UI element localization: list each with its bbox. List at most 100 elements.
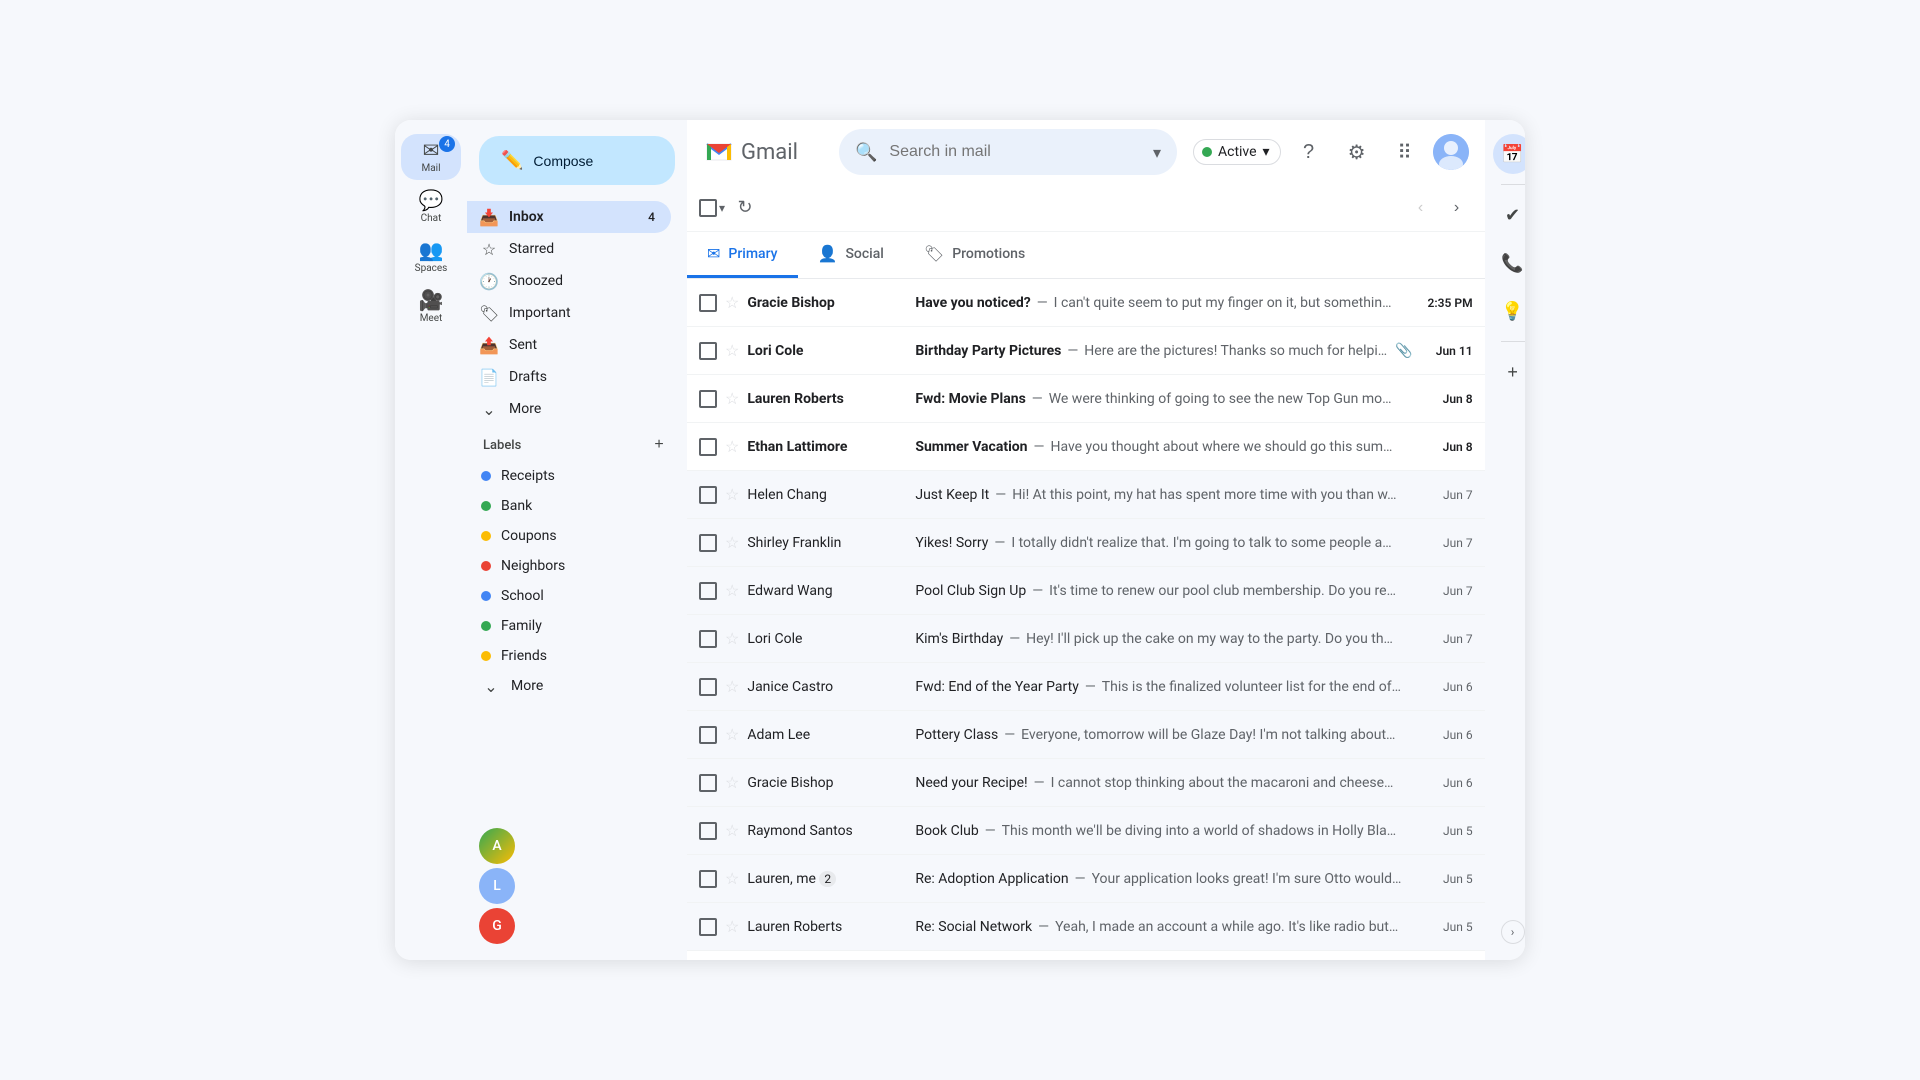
email-checkbox[interactable] bbox=[699, 486, 717, 504]
email-time: Jun 5 bbox=[1421, 824, 1473, 838]
email-row[interactable]: ☆ Lori Cole Kim's Birthday — Hey! I'll p… bbox=[687, 615, 1485, 663]
email-row[interactable]: ☆ Helen Chang Just Keep It — Hi! At this… bbox=[687, 471, 1485, 519]
contact-avatar-1[interactable]: A bbox=[479, 828, 515, 864]
email-checkbox[interactable] bbox=[699, 438, 717, 456]
prev-page-button[interactable]: ‹ bbox=[1405, 192, 1437, 224]
right-sidebar-scroll[interactable]: › bbox=[1501, 920, 1525, 944]
email-row[interactable]: ☆ Lauren Roberts Fwd: Movie Plans — We w… bbox=[687, 375, 1485, 423]
email-checkbox[interactable] bbox=[699, 822, 717, 840]
sidebar-item-chat[interactable]: 💬 Chat bbox=[401, 184, 461, 230]
sidebar-item-meet[interactable]: 🎥 Meet bbox=[401, 284, 461, 330]
select-all-checkbox[interactable] bbox=[699, 199, 717, 217]
search-bar[interactable]: 🔍 ▾ bbox=[839, 129, 1177, 175]
settings-button[interactable]: ⚙ bbox=[1337, 132, 1377, 172]
add-addon-button[interactable]: + bbox=[1493, 352, 1525, 392]
email-star[interactable]: ☆ bbox=[725, 677, 739, 696]
compose-icon: ✏️ bbox=[501, 150, 523, 171]
email-star[interactable]: ☆ bbox=[725, 533, 739, 552]
email-star[interactable]: ☆ bbox=[725, 773, 739, 792]
contact-avatar-2[interactable]: L bbox=[479, 868, 515, 904]
email-row[interactable]: ☆ Lori Cole Birthday Party Pictures — He… bbox=[687, 327, 1485, 375]
label-coupons[interactable]: Coupons bbox=[467, 521, 671, 551]
email-checkbox[interactable] bbox=[699, 390, 717, 408]
sidebar-item-mail[interactable]: ✉ Mail 4 bbox=[401, 134, 461, 180]
next-page-button[interactable]: › bbox=[1441, 192, 1473, 224]
keep-button[interactable]: 💡 bbox=[1493, 291, 1525, 331]
refresh-button[interactable]: ↻ bbox=[729, 192, 761, 224]
nav-starred[interactable]: ☆ Starred bbox=[467, 233, 671, 265]
email-star[interactable]: ☆ bbox=[725, 293, 739, 312]
sent-label: Sent bbox=[509, 337, 655, 353]
tasks-button[interactable]: ✔ bbox=[1493, 195, 1525, 235]
email-time: Jun 7 bbox=[1421, 584, 1473, 598]
compose-button[interactable]: ✏️ Compose bbox=[479, 136, 675, 185]
label-bank[interactable]: Bank bbox=[467, 491, 671, 521]
email-checkbox[interactable] bbox=[699, 534, 717, 552]
add-label-button[interactable]: + bbox=[647, 433, 671, 457]
email-row[interactable]: ☆ Gracie Bishop Have you noticed? — I ca… bbox=[687, 279, 1485, 327]
inbox-label: Inbox bbox=[509, 209, 638, 225]
tab-primary[interactable]: ✉ Primary bbox=[687, 232, 798, 278]
more-nav-icon: ⌄ bbox=[479, 400, 499, 419]
email-meta: Jun 5 bbox=[1421, 920, 1473, 934]
tab-promotions[interactable]: 🏷 Promotions bbox=[904, 232, 1045, 278]
email-star[interactable]: ☆ bbox=[725, 821, 739, 840]
apps-button[interactable]: ⠿ bbox=[1385, 132, 1425, 172]
email-checkbox[interactable] bbox=[699, 294, 717, 312]
email-row[interactable]: ☆ Edward Wang Pool Club Sign Up — It's t… bbox=[687, 567, 1485, 615]
email-checkbox[interactable] bbox=[699, 726, 717, 744]
email-subject: Pottery Class bbox=[915, 727, 998, 743]
status-pill[interactable]: Active ▾ bbox=[1193, 139, 1281, 165]
email-checkbox[interactable] bbox=[699, 678, 717, 696]
nav-drafts[interactable]: 📄 Drafts bbox=[467, 361, 671, 393]
email-row[interactable]: ☆ Gracie Bishop Need your Recipe! — I ca… bbox=[687, 759, 1485, 807]
email-row[interactable]: ☆ Adam Lee Pottery Class — Everyone, tom… bbox=[687, 711, 1485, 759]
email-star[interactable]: ☆ bbox=[725, 437, 739, 456]
label-more[interactable]: ⌄ More bbox=[467, 671, 671, 701]
help-button[interactable]: ? bbox=[1289, 132, 1329, 172]
label-receipts[interactable]: Receipts bbox=[467, 461, 671, 491]
nav-sent[interactable]: 📤 Sent bbox=[467, 329, 671, 361]
labels-more-label: More bbox=[511, 678, 543, 694]
email-checkbox[interactable] bbox=[699, 630, 717, 648]
label-friends[interactable]: Friends bbox=[467, 641, 671, 671]
label-school[interactable]: School bbox=[467, 581, 671, 611]
email-row[interactable]: ☆ Janice Castro Fwd: End of the Year Par… bbox=[687, 663, 1485, 711]
tab-social[interactable]: 👤 Social bbox=[798, 232, 904, 278]
search-dropdown-icon[interactable]: ▾ bbox=[1153, 143, 1161, 162]
label-family[interactable]: Family bbox=[467, 611, 671, 641]
nav-inbox[interactable]: 📥 Inbox 4 bbox=[467, 201, 671, 233]
email-row[interactable]: ☆ Ethan Lattimore Summer Vacation — Have… bbox=[687, 423, 1485, 471]
email-checkbox[interactable] bbox=[699, 342, 717, 360]
email-checkbox[interactable] bbox=[699, 582, 717, 600]
email-row[interactable]: ☆ Lauren Roberts Re: Social Network — Ye… bbox=[687, 903, 1485, 951]
email-star[interactable]: ☆ bbox=[725, 917, 739, 936]
contact-avatar-3[interactable]: G bbox=[479, 908, 515, 944]
email-star[interactable]: ☆ bbox=[725, 389, 739, 408]
email-checkbox[interactable] bbox=[699, 918, 717, 936]
email-checkbox[interactable] bbox=[699, 870, 717, 888]
nav-snoozed[interactable]: 🕐 Snoozed bbox=[467, 265, 671, 297]
email-star[interactable]: ☆ bbox=[725, 341, 739, 360]
email-row[interactable]: ☆ Shirley Franklin Yikes! Sorry — I tota… bbox=[687, 519, 1485, 567]
nav-important[interactable]: 🏷 Important bbox=[467, 297, 671, 329]
search-input[interactable] bbox=[889, 143, 1141, 161]
email-subject: Pool Club Sign Up bbox=[915, 583, 1026, 599]
email-checkbox[interactable] bbox=[699, 774, 717, 792]
email-star[interactable]: ☆ bbox=[725, 725, 739, 744]
calendar-button[interactable]: 📅 bbox=[1493, 134, 1525, 174]
email-sender: Gracie Bishop bbox=[747, 295, 907, 311]
email-row[interactable]: ☆ Lauren, me 2 Re: Adoption Application … bbox=[687, 855, 1485, 903]
email-star[interactable]: ☆ bbox=[725, 629, 739, 648]
email-row[interactable]: ☆ Raymond Santos Book Club — This month … bbox=[687, 807, 1485, 855]
label-neighbors[interactable]: Neighbors bbox=[467, 551, 671, 581]
email-star[interactable]: ☆ bbox=[725, 869, 739, 888]
select-all-dropdown[interactable]: ▾ bbox=[719, 201, 725, 215]
nav-more[interactable]: ⌄ More bbox=[467, 393, 671, 425]
contacts-button[interactable]: 📞 bbox=[1493, 243, 1525, 283]
email-dash: — bbox=[995, 487, 1006, 503]
user-avatar[interactable] bbox=[1433, 134, 1469, 170]
email-star[interactable]: ☆ bbox=[725, 485, 739, 504]
sidebar-item-spaces[interactable]: 👥 Spaces bbox=[401, 234, 461, 280]
email-star[interactable]: ☆ bbox=[725, 581, 739, 600]
